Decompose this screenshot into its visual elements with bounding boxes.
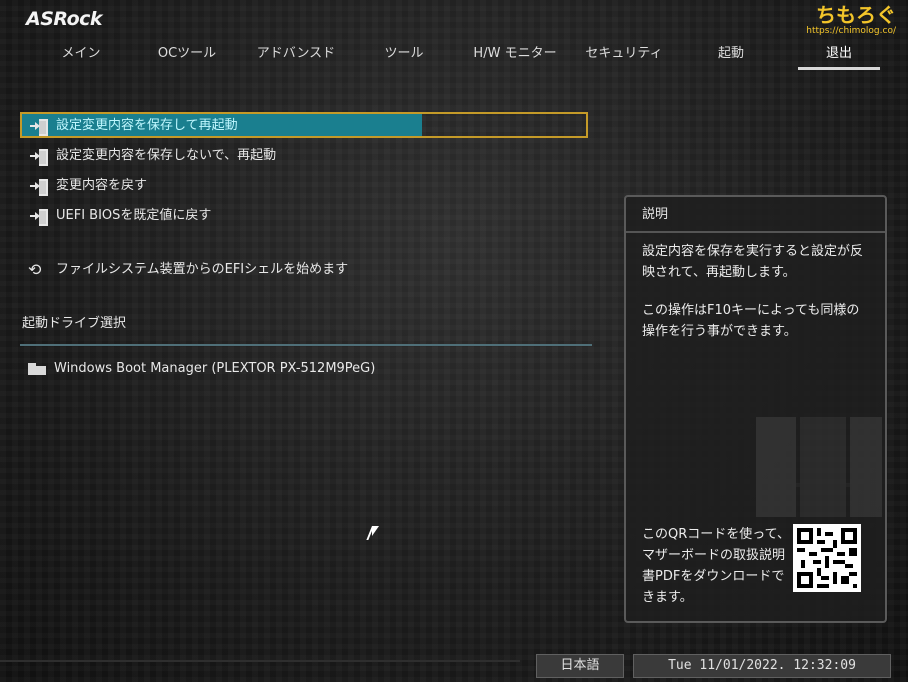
menu-item-label: ファイルシステム装置からのEFIシェルを始めます [56, 262, 349, 277]
asrock-logo: ASRock [26, 8, 103, 30]
description-body: 設定内容を保存を実行すると設定が反映されて、再起動します。 この操作はF10キー… [642, 241, 870, 359]
watermark: ちもろぐ https://chimolog.co/ [806, 4, 896, 36]
menu-discard-changes-reset[interactable]: 設定変更内容を保存しないで、再起動 [20, 142, 276, 170]
watermark-url: https://chimolog.co/ [806, 26, 896, 36]
watermark-title: ちもろぐ [816, 3, 896, 27]
qr-description: このQRコードを使って、マザーボードの取扱説明書PDFをダウンロードできます。 [642, 527, 790, 605]
tab-hw-monitor[interactable]: H/W モニター [458, 44, 572, 66]
menu-item-label: UEFI BIOSを既定値に戻す [56, 208, 212, 223]
exit-icon [30, 208, 50, 226]
menu-item-label: 変更内容を戻す [56, 178, 148, 193]
active-tab-indicator [798, 67, 880, 70]
qr-code-icon [793, 524, 861, 592]
boot-drive-label: Windows Boot Manager (PLEXTOR PX-512M9Pe… [54, 361, 376, 376]
exit-icon [30, 148, 50, 166]
tab-exit[interactable]: 退出 [784, 44, 894, 66]
folder-icon [28, 363, 46, 375]
tab-main[interactable]: メイン [26, 44, 136, 66]
tab-bar: メイン OCツール アドバンスド ツール H/W モニター セキュリティ 起動 … [26, 44, 882, 66]
tab-advanced[interactable]: アドバンスド [240, 44, 352, 66]
description-text-1: 設定内容を保存を実行すると設定が反映されて、再起動します。 [642, 244, 864, 280]
datetime-display: Tue 11/01/2022. 12:32:09 [633, 654, 891, 678]
section-divider [20, 344, 592, 346]
menu-efi-shell[interactable]: ⟲ ファイルシステム装置からのEFIシェルを始めます [20, 256, 348, 284]
description-text-2: この操作はF10キーによっても同様の操作を行う事ができます。 [642, 303, 860, 339]
mouse-cursor-head [372, 526, 379, 536]
menu-load-defaults[interactable]: UEFI BIOSを既定値に戻す [20, 202, 211, 230]
exit-icon [30, 178, 50, 196]
boot-override-heading: 起動ドライブ選択 [22, 316, 127, 331]
loop-arrow-icon: ⟲ [28, 260, 42, 279]
tab-security[interactable]: セキュリティ [568, 44, 680, 66]
menu-item-label: 設定変更内容を保存しないで、再起動 [56, 148, 277, 163]
language-button[interactable]: 日本語 [536, 654, 624, 678]
menu-discard-changes[interactable]: 変更内容を戻す [20, 172, 147, 200]
tab-boot[interactable]: 起動 [676, 44, 786, 66]
bottom-divider [0, 660, 520, 662]
exit-icon [30, 118, 50, 136]
decorative-tiles [756, 417, 882, 517]
description-title: 説明 [626, 197, 885, 233]
description-panel: 説明 設定内容を保存を実行すると設定が反映されて、再起動します。 この操作はF1… [624, 195, 887, 623]
menu-save-changes-reset[interactable]: 設定変更内容を保存して再起動 [20, 112, 238, 140]
tab-oc-tweaker[interactable]: OCツール [132, 44, 242, 66]
qr-pattern [797, 528, 857, 588]
top-bar: ASRock ちもろぐ https://chimolog.co/ メイン OCツ… [0, 0, 908, 74]
tab-tool[interactable]: ツール [348, 44, 460, 66]
menu-item-label: 設定変更内容を保存して再起動 [56, 118, 238, 133]
boot-drive-item[interactable]: Windows Boot Manager (PLEXTOR PX-512M9Pe… [20, 355, 375, 383]
